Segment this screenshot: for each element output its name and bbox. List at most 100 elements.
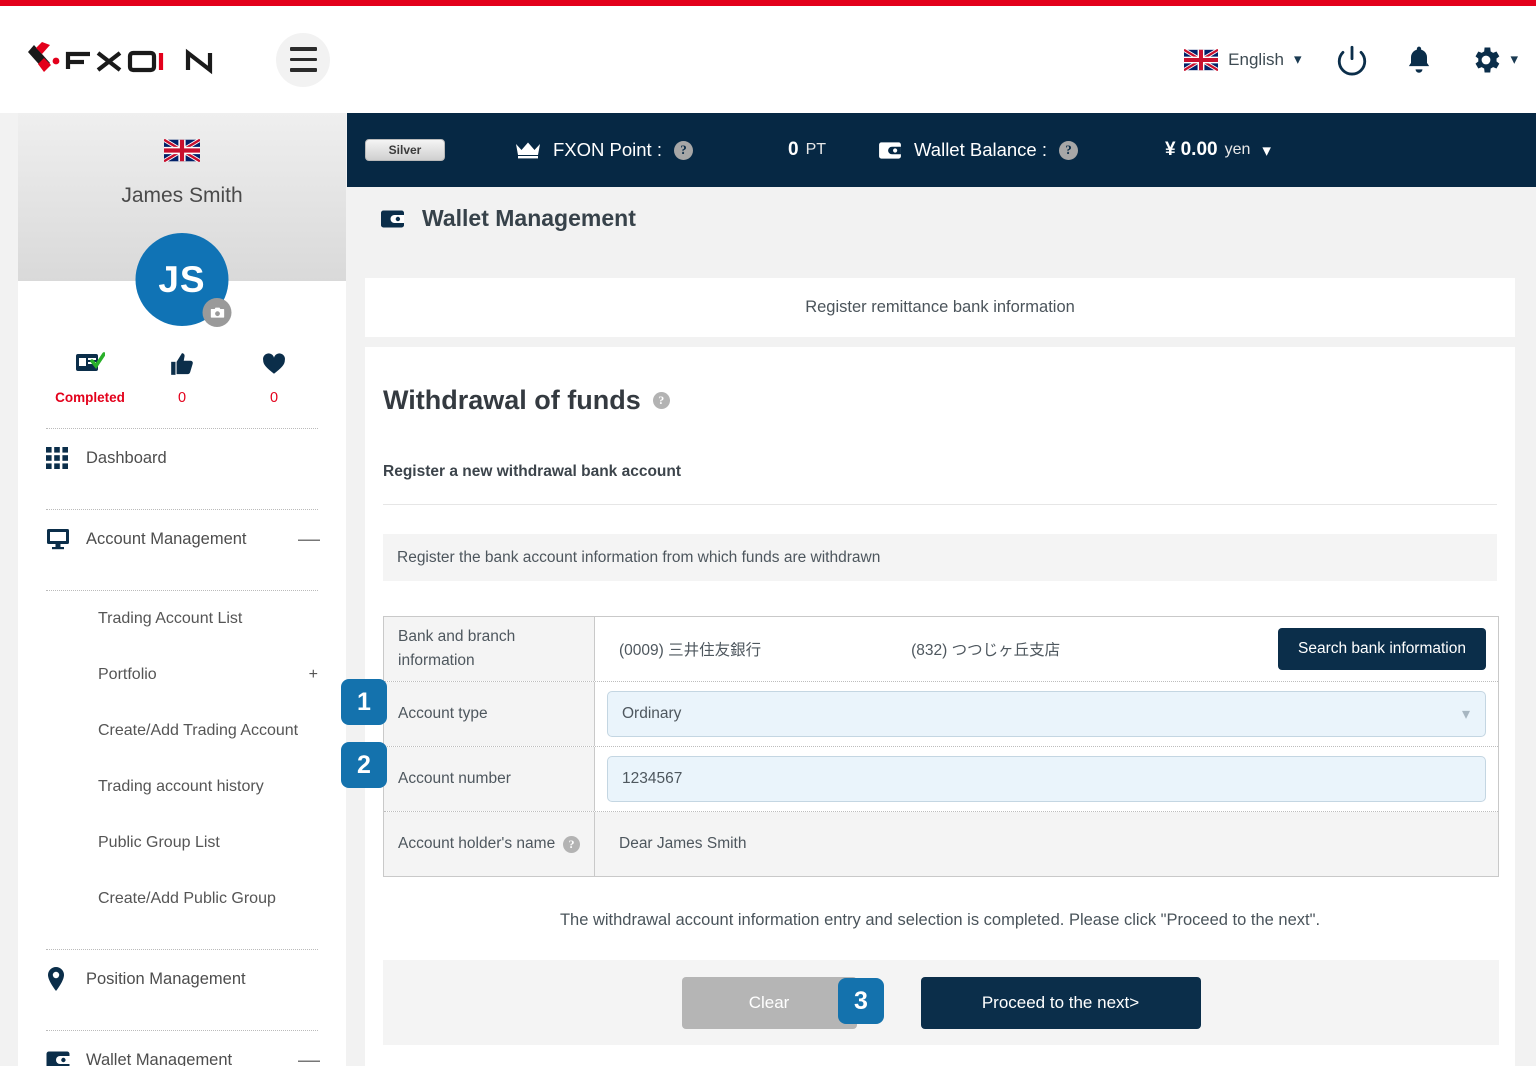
help-icon[interactable]: ? xyxy=(673,140,693,160)
sidebar-subitem-label: Portfolio xyxy=(98,666,157,683)
camera-icon xyxy=(210,307,224,318)
form-label-account-holder: Account holder's name ? xyxy=(384,812,595,876)
sidebar-item-label: Account Management xyxy=(86,529,247,548)
form-label-text: Bank and branch information xyxy=(398,627,516,669)
chevron-down-icon: ▾ xyxy=(1293,51,1302,68)
language-label: English xyxy=(1228,49,1284,69)
wallet-icon xyxy=(46,1050,86,1066)
wallet-balance-value: 0.00 xyxy=(1180,139,1218,160)
expand-toggle-icon[interactable]: + xyxy=(309,666,318,684)
sidebar-subitem-label: Create/Add Trading Account xyxy=(98,722,299,739)
rank-badge: Silver xyxy=(365,139,445,161)
uk-flag-icon xyxy=(1184,48,1219,71)
account-type-select-wrap: ▾ xyxy=(607,691,1486,737)
sidebar-item-account-management[interactable]: Account Management — xyxy=(18,510,346,568)
help-icon[interactable]: ? xyxy=(652,392,670,409)
sidebar-item-public-group-list[interactable]: Public Group List xyxy=(18,815,346,871)
form-row-account-number: Account number xyxy=(384,746,1498,811)
bell-icon xyxy=(1409,46,1430,73)
page-title-text: Wallet Management xyxy=(422,205,636,231)
fxon-point-unit: PT xyxy=(805,141,827,158)
sidebar-item-portfolio[interactable]: Portfolio + xyxy=(18,647,346,703)
page-title: Wallet Management xyxy=(380,205,636,232)
currency-symbol: ¥ xyxy=(1165,139,1176,160)
fxon-point-label: FXON Point : xyxy=(553,139,662,160)
hamburger-icon-line xyxy=(289,68,317,72)
step-badge-3: 3 xyxy=(838,978,884,1024)
pin-icon xyxy=(46,967,86,991)
clear-button[interactable]: Clear xyxy=(681,976,857,1029)
settings-button[interactable]: ▾ xyxy=(1469,43,1518,77)
form-label-account-type: Account type xyxy=(384,682,595,746)
collapse-toggle-icon[interactable]: — xyxy=(298,1047,320,1066)
section-heading-text: Withdrawal of funds xyxy=(383,385,641,415)
sidebar-item-trading-account-history[interactable]: Trading account history xyxy=(18,759,346,815)
stat-likes: 0 xyxy=(140,349,224,406)
section-heading: Withdrawal of funds ? xyxy=(383,385,1497,416)
notifications-button[interactable] xyxy=(1403,44,1435,76)
form-action-bar: Clear Proceed to the next> 3 xyxy=(383,960,1499,1045)
stat-value: 0 xyxy=(269,390,279,406)
form-row-bank-branch: Bank and branch information (0009) 三井住友銀… xyxy=(384,617,1498,681)
form-value-account-holder: Dear James Smith xyxy=(595,812,1498,876)
withdrawal-card: Withdrawal of funds ? Register a new wit… xyxy=(365,347,1515,1066)
fxon-point-value-group: 0 PT xyxy=(788,139,826,161)
sidebar-item-wallet-management[interactable]: Wallet Management — xyxy=(18,1031,346,1066)
help-icon[interactable]: ? xyxy=(563,835,580,853)
sidebar-item-create-add-trading-account[interactable]: Create/Add Trading Account xyxy=(18,703,346,759)
app-root: English ▾ ▾ James Smith JS Completed 0 0… xyxy=(0,0,1536,1066)
fxon-point-group: FXON Point : ? xyxy=(515,139,693,161)
fxon-point-value: 0 xyxy=(787,139,799,160)
sidebar-subitem-label: Trading Account List xyxy=(98,610,243,627)
power-icon xyxy=(1338,45,1367,75)
sidebar: James Smith JS Completed 0 0 Dashboard A… xyxy=(18,113,346,1066)
chevron-down-icon: ▾ xyxy=(1510,51,1518,68)
avatar[interactable]: JS xyxy=(135,233,232,327)
hamburger-icon-line xyxy=(289,47,317,51)
help-icon[interactable]: ? xyxy=(1059,140,1079,160)
sidebar-subitem-label: Trading account history xyxy=(98,778,264,795)
id-card-verified-icon xyxy=(48,349,132,379)
sidebar-item-create-add-public-group[interactable]: Create/Add Public Group xyxy=(18,871,346,927)
form-label-text: Account holder's name xyxy=(398,834,556,852)
account-number-input[interactable] xyxy=(607,756,1486,802)
sidebar-subitem-label: Public Group List xyxy=(98,834,220,851)
sidebar-item-label: Position Management xyxy=(86,969,246,988)
hamburger-menu-button[interactable] xyxy=(276,32,330,87)
camera-upload-button[interactable] xyxy=(202,298,232,327)
sidebar-item-label: Dashboard xyxy=(86,448,167,467)
profile-header: James Smith JS xyxy=(18,113,346,327)
form-label-text: Account number xyxy=(398,769,511,787)
completion-message: The withdrawal account information entry… xyxy=(559,911,1321,929)
account-holder-value: Dear James Smith xyxy=(619,835,747,852)
gear-icon xyxy=(1475,47,1500,72)
header-actions: English ▾ ▾ xyxy=(1184,43,1518,77)
account-type-select[interactable] xyxy=(607,691,1486,737)
sidebar-item-trading-account-list[interactable]: Trading Account List xyxy=(18,591,346,647)
search-bank-information-button[interactable]: Search bank information xyxy=(1277,628,1486,670)
proceed-to-next-button[interactable]: Proceed to the next> xyxy=(920,976,1201,1029)
withdrawal-form-table: Bank and branch information (0009) 三井住友銀… xyxy=(383,616,1499,877)
crown-icon xyxy=(516,142,540,159)
chevron-down-icon[interactable]: ▾ xyxy=(1262,142,1271,159)
stat-verification: Completed xyxy=(48,349,132,406)
language-selector[interactable]: English ▾ xyxy=(1184,48,1302,71)
thumbs-up-icon xyxy=(140,349,224,379)
wallet-balance-group: Wallet Balance : ? xyxy=(878,139,1079,161)
tab-register-remittance-bank-information[interactable]: Register remittance bank information xyxy=(805,298,1075,317)
profile-stats: Completed 0 0 xyxy=(18,349,346,406)
wallet-balance-value-group[interactable]: ¥ 0.00 yen ▾ xyxy=(1165,139,1271,161)
collapse-toggle-icon[interactable]: — xyxy=(298,526,320,552)
grid-icon xyxy=(46,447,86,469)
form-label-account-number: Account number xyxy=(384,747,595,811)
wallet-icon xyxy=(381,210,404,227)
account-status-bar: Silver FXON Point : ? 0 PT Wallet Balanc… xyxy=(347,113,1536,187)
fxon-logo[interactable] xyxy=(20,37,238,83)
wallet-balance-label: Wallet Balance : xyxy=(914,139,1048,160)
power-button[interactable] xyxy=(1335,43,1369,77)
sidebar-subitem-label: Create/Add Public Group xyxy=(98,890,276,907)
sidebar-item-dashboard[interactable]: Dashboard xyxy=(18,429,346,487)
sidebar-item-position-management[interactable]: Position Management xyxy=(18,950,346,1008)
heart-icon xyxy=(232,349,316,379)
stat-label: Completed xyxy=(55,390,125,405)
